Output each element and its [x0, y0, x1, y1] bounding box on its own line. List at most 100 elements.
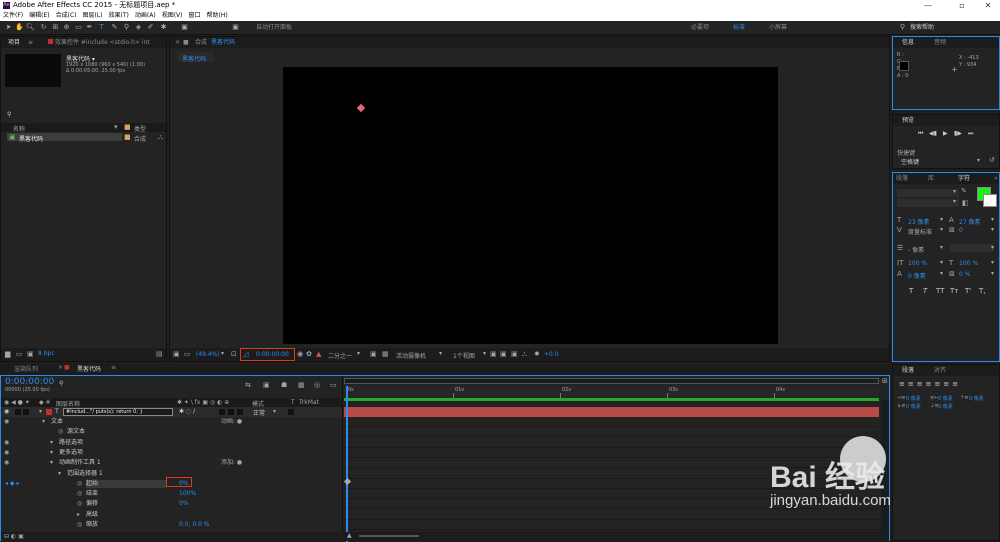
zoom-level[interactable]: (49.4%) — [196, 351, 220, 358]
tab-preview[interactable]: 预览 — [899, 115, 917, 126]
tab-timeline-comp[interactable]: 黑客代码 — [74, 364, 104, 375]
rotate-tool-icon[interactable]: ↻ — [39, 23, 48, 32]
visibility-eye-icon[interactable]: ◉ — [4, 458, 9, 468]
hscale-chevron-icon[interactable]: ▾ — [991, 259, 994, 266]
menu-item-6[interactable]: 视图(V) — [159, 11, 186, 21]
tab-audio[interactable]: 音频 — [931, 37, 949, 48]
zoom-out-icon[interactable]: ▲ — [347, 532, 352, 539]
style-chevron-icon[interactable]: ▾ — [953, 198, 956, 205]
search-icon[interactable]: ⚲ — [898, 23, 907, 32]
preserve-transparency-icon[interactable] — [288, 409, 294, 415]
color-channel-icon[interactable]: ▲ — [316, 350, 321, 358]
stopwatch-icon[interactable]: ◎ — [77, 489, 82, 499]
zoom-tool-icon[interactable]: 🔍︎ — [26, 23, 35, 32]
exposure-icon[interactable]: ✹ — [534, 350, 540, 358]
menu-item-2[interactable]: 合成(C) — [53, 11, 80, 21]
always-preview-icon[interactable]: ▣ — [173, 350, 180, 358]
workspace-small-screen[interactable]: 小屏幕 — [769, 23, 787, 32]
expand-chevron-icon[interactable]: ▾ — [58, 469, 61, 479]
col-t[interactable]: T — [291, 399, 295, 406]
workspace-standard[interactable]: 标准 — [733, 23, 745, 32]
bpc-label[interactable]: 8 bpc — [38, 350, 55, 357]
shy-layers-icon[interactable]: ☗ — [281, 381, 287, 389]
switch-box-icon[interactable] — [228, 409, 234, 415]
camera-select[interactable]: 活动摄像机 — [396, 351, 426, 360]
eraser-tool-icon[interactable]: ◈ — [134, 23, 143, 32]
transparency-grid-icon[interactable]: ▦ — [382, 350, 389, 358]
tab-effect-controls[interactable]: 效果控件 #include <stdio.h> int — [45, 37, 153, 48]
shortcut-chevron-icon[interactable]: ▾ — [977, 157, 980, 164]
font-size-chevron-icon[interactable]: ▾ — [940, 216, 943, 223]
small-caps-button[interactable]: Tт — [950, 287, 958, 295]
draft-3d-icon[interactable]: ▣ — [263, 381, 270, 389]
snapshot-icon[interactable]: ◿ — [243, 350, 248, 358]
time-ruler[interactable]: 0s 01s 02s 03s 04s — [344, 386, 879, 398]
stopwatch-icon[interactable]: ◎ — [77, 520, 82, 530]
keyframe-nav-icon[interactable]: ◂ ◆ ▸ — [5, 479, 19, 489]
track-row[interactable] — [343, 417, 879, 427]
space-after-value[interactable]: 0 像素 — [938, 403, 953, 410]
menu-item-1[interactable]: 编辑(E) — [26, 11, 52, 21]
tsume-chevron-icon[interactable]: ▾ — [991, 270, 994, 277]
layer-name-field[interactable]: #includ..."/ puts(s); return 0; } — [63, 408, 173, 416]
shortcut-select[interactable]: 空格键 — [901, 157, 919, 166]
menu-item-5[interactable]: 动画(A) — [132, 11, 159, 21]
tsume-value[interactable]: 0 % — [959, 271, 970, 278]
project-search-icon[interactable]: ⚲ — [7, 111, 11, 118]
current-time-indicator[interactable] — [346, 386, 348, 542]
pen-tool-icon[interactable]: ✒ — [85, 23, 94, 32]
visibility-eye-icon[interactable]: ◉ — [4, 448, 9, 458]
clone-stamp-tool-icon[interactable]: ⚲ — [122, 23, 131, 32]
camera-chevron-icon[interactable]: ▾ — [439, 350, 442, 357]
visibility-eye-icon[interactable]: ◉ — [4, 438, 9, 448]
play-icon[interactable]: ▶ — [943, 130, 948, 137]
property-row[interactable]: ◉ ▾ 更多选项 — [1, 448, 342, 458]
expand-chevron-icon[interactable]: ▸ — [77, 510, 80, 520]
comp-subtab[interactable]: 黑客代码 — [178, 52, 214, 63]
property-value[interactable]: 0.0, 0.0 % — [179, 520, 210, 530]
swatch-bw-icon[interactable]: ◧ — [962, 199, 969, 207]
col-trkmat[interactable]: TrkMat — [299, 399, 319, 406]
eyedropper-icon[interactable]: ✎ — [961, 187, 967, 195]
interpret-footage-icon[interactable]: ▆ — [5, 350, 10, 358]
channel-icon[interactable]: ✿ — [306, 350, 312, 358]
superscript-button[interactable]: T' — [965, 287, 971, 295]
views-chevron-icon[interactable]: ▾ — [483, 350, 486, 357]
visibility-eye-icon[interactable]: ◉ — [4, 408, 9, 415]
tab-character[interactable]: 字符 — [955, 173, 973, 184]
tab-menu-icon[interactable]: ≡ — [25, 37, 36, 48]
sort-chevron-icon[interactable]: ▾ — [114, 123, 118, 131]
kerning-value[interactable]: 度量标准 — [908, 227, 932, 236]
project-item-row[interactable]: ▣ 黑客代码 ■ 合成 ⛬ — [1, 133, 166, 143]
mode-chevron-icon[interactable]: ▾ — [273, 408, 276, 415]
comp-mini-flowchart-icon[interactable]: ⇆ — [245, 381, 251, 389]
menu-item-8[interactable]: 帮助(H) — [204, 11, 231, 21]
tracking-chevron-icon[interactable]: ▾ — [991, 226, 994, 233]
layer-mode-select[interactable]: 正常 — [253, 408, 265, 417]
navigator-range[interactable] — [344, 378, 879, 384]
switch-box-icon[interactable] — [219, 409, 225, 415]
graph-editor-icon[interactable]: ▭ — [330, 381, 337, 389]
rectangle-tool-icon[interactable]: ▭ — [74, 23, 83, 32]
vertical-scale-value[interactable]: 100 % — [908, 260, 927, 267]
tab-menu-icon[interactable]: ■ — [180, 37, 192, 48]
menu-item-7[interactable]: 窗口 — [185, 11, 203, 21]
tab-paragraph-mini[interactable]: 段落 — [893, 173, 911, 184]
brush-tool-icon[interactable]: ✎ — [110, 23, 119, 32]
minimize-icon[interactable]: — — [916, 0, 940, 11]
stroke-order-chevron-icon[interactable]: ▾ — [991, 244, 994, 251]
toggle-pixel-icon[interactable]: ▣ — [490, 350, 497, 358]
paragraph-alignment-icons[interactable]: ≡≡≡≡≡≡≡ — [899, 380, 961, 388]
footer-toggle-icons[interactable]: ⊟ ◐ ▣ — [4, 533, 24, 540]
switch-box-icon[interactable] — [237, 409, 243, 415]
delete-icon[interactable]: ▤ — [156, 350, 163, 358]
timeline-zoom-slider[interactable] — [359, 535, 419, 537]
hand-tool-icon[interactable]: ✋ — [15, 23, 24, 32]
stroke-color-swatch[interactable] — [983, 194, 997, 207]
camera-icon[interactable]: ◉ — [297, 350, 303, 358]
time-navigator[interactable] — [344, 378, 879, 384]
font-size-value[interactable]: 23 像素 — [908, 217, 930, 226]
new-folder-icon[interactable]: ▭ — [16, 350, 23, 358]
tab-paragraph[interactable]: 段落 — [899, 365, 917, 376]
col-type-header[interactable]: 类型 — [134, 124, 146, 133]
